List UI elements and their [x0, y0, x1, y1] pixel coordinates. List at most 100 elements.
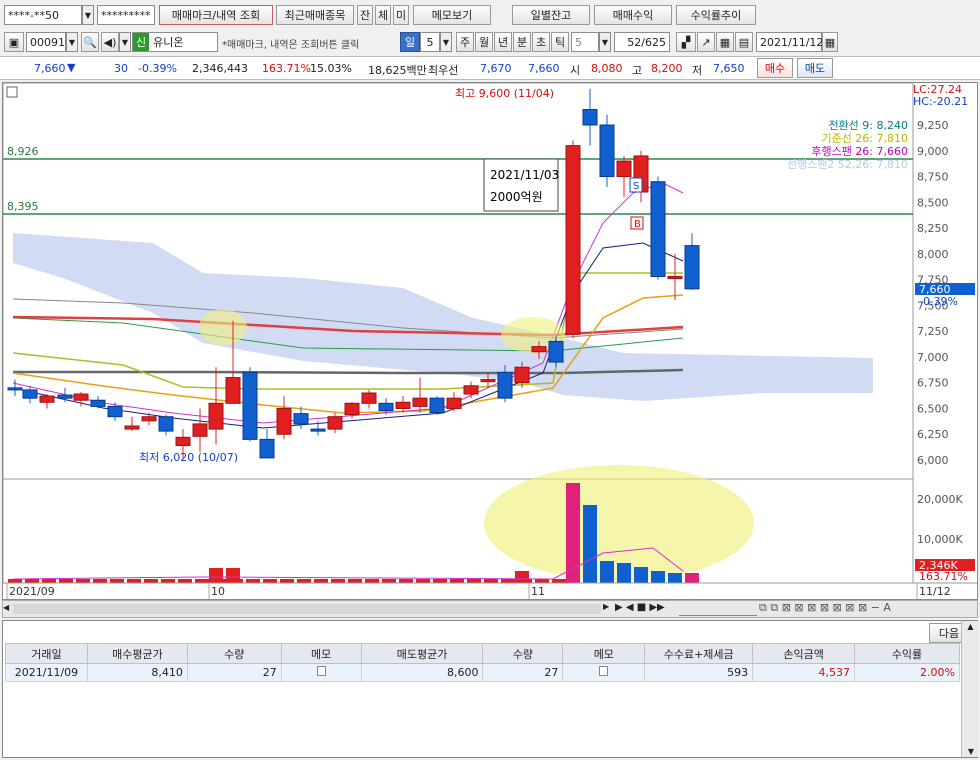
period-day-button[interactable]: 일	[400, 32, 420, 52]
low-annotation: 최저 6,020 (10/07)	[139, 451, 238, 464]
candle	[395, 401, 411, 409]
period-minute-button[interactable]: 분	[513, 32, 531, 52]
turnover: 15.03%	[310, 62, 352, 75]
stock-name-field[interactable]: 신 유니온	[132, 32, 218, 52]
period-value-field[interactable]: 5	[420, 32, 440, 52]
balance-button[interactable]: 잔	[357, 5, 373, 25]
playback-controls[interactable]: ▶ ◀ ■ ▶▶	[615, 602, 665, 613]
table-row[interactable]: 2021/11/09 8,410 27 8,600 27 593 4,537 2…	[5, 663, 960, 682]
volume-bar	[195, 579, 209, 583]
candle	[107, 405, 123, 418]
period-second-button[interactable]: 초	[532, 32, 550, 52]
low-label: 저	[692, 64, 703, 77]
chart-tools-icons[interactable]: ⧉ ⧉ ⊠ ⊠ ⊠ ⊠ ⊠ ⊠ ⊠ − A	[759, 601, 891, 615]
grid-icon[interactable]: ▦	[716, 32, 734, 52]
filled-button[interactable]: 체	[375, 5, 391, 25]
top-toolbar: ****-**50 ▼ ********* 매매마크/내역 조회 최근매매종목 …	[0, 0, 980, 30]
volume-bar	[8, 579, 22, 583]
candle	[446, 397, 462, 409]
unfilled-button[interactable]: 미	[393, 5, 409, 25]
scroll-up-icon[interactable]: ▲	[962, 622, 979, 631]
layout-icon[interactable]: ▣	[4, 32, 24, 52]
date-field[interactable]: 2021/11/12	[756, 32, 823, 52]
scroll-down-icon[interactable]: ▼	[962, 747, 980, 756]
candle	[276, 407, 292, 435]
change-rate: -0.39%	[138, 62, 177, 75]
search-icon[interactable]: 🔍	[81, 32, 99, 52]
candle	[565, 145, 581, 335]
scroll-right-icon[interactable]: ▶	[603, 602, 613, 616]
period-dropdown-icon[interactable]: ▼	[440, 32, 452, 52]
table-scrollbar[interactable]: ▲ ▼	[961, 621, 979, 757]
trade-mark-query-button[interactable]: 매매마크/내역 조회	[159, 5, 273, 25]
high-label: 고	[632, 64, 643, 77]
legend-entry: 기준선 26: 7,810	[821, 132, 908, 145]
x-axis-label: 11/12	[919, 585, 951, 598]
y-tick-label: 9,250	[917, 119, 949, 132]
candle	[429, 397, 445, 414]
trade-profit-button[interactable]: 매매수익	[594, 5, 672, 25]
indicator-icon[interactable]: ▞	[676, 32, 696, 52]
volume-bar	[484, 579, 498, 583]
memo-icon[interactable]	[562, 663, 646, 682]
candle	[310, 428, 326, 432]
drawing-icon[interactable]: ↗	[697, 32, 715, 52]
scroll-track[interactable]	[13, 604, 601, 614]
speaker-icon[interactable]: ◀)	[101, 32, 119, 52]
tick-value-field[interactable]: 5	[571, 32, 599, 52]
volume-bar	[348, 579, 362, 583]
calendar-icon[interactable]: ▦	[822, 32, 838, 52]
stock-chart[interactable]: 9,250 9,000 8,750 8,500 8,250 8,000 7,750 7,500…	[2, 82, 978, 600]
y-tick-label: 8,500	[917, 196, 949, 209]
tick-dropdown-icon[interactable]: ▼	[599, 32, 611, 52]
account-dropdown-icon[interactable]: ▼	[82, 5, 94, 25]
code-dropdown-icon[interactable]: ▼	[66, 32, 78, 52]
volume-bar	[685, 573, 699, 583]
speaker-dropdown-icon[interactable]: ▼	[119, 32, 131, 52]
period-tick-button[interactable]: 틱	[551, 32, 569, 52]
sell-button[interactable]: 매도	[797, 58, 833, 78]
candle	[531, 346, 547, 353]
y-tick-label: 8,750	[917, 171, 949, 184]
trade-history-panel: 다음 거래일 매수평균가 수량 메모 매도평균가 수량 메모 수수료+제세금 손…	[2, 620, 979, 758]
price-rate-tag: -0.39%	[919, 295, 958, 308]
cell-buy-qty: 27	[186, 663, 282, 682]
volume-bar	[668, 573, 682, 583]
stock-name: 유니온	[153, 36, 184, 49]
period-week-button[interactable]: 주	[456, 32, 474, 52]
period-month-button[interactable]: 월	[475, 32, 493, 52]
scroll-left-icon[interactable]: ◀	[3, 603, 13, 615]
password-field[interactable]: *********	[97, 5, 155, 25]
chart-scroll-bar[interactable]: ◀ ▶ ▶ ◀ ■ ▶▶ ⧉ ⧉ ⊠ ⊠ ⊠ ⊠ ⊠ ⊠ ⊠ − A	[2, 600, 978, 618]
memo-view-button[interactable]: 메모보기	[413, 5, 491, 25]
memo-icon[interactable]	[280, 663, 362, 682]
open-price: 8,080	[591, 62, 623, 75]
volume-bar	[246, 579, 260, 583]
profit-trend-button[interactable]: 수익률추이	[676, 5, 756, 25]
legend-entry: 후행스팬 26: 7,660	[811, 145, 908, 158]
buy-button[interactable]: 매수	[757, 58, 793, 78]
candle	[344, 402, 360, 416]
y-tick-label: 6,000	[917, 454, 949, 467]
zoom-slider[interactable]	[679, 602, 757, 616]
volume-bar	[314, 579, 328, 583]
hc-label: HC:-20.21	[913, 95, 968, 108]
candle	[124, 425, 140, 430]
open-label: 시	[570, 64, 581, 77]
col-pnl: 손익금액	[752, 643, 856, 664]
y-tick-label: 7,000	[917, 351, 949, 364]
volume-bar	[93, 579, 107, 583]
candle	[616, 160, 632, 178]
account-number-field[interactable]: ****-**50	[4, 5, 82, 25]
period-year-button[interactable]: 년	[494, 32, 512, 52]
stock-code-field[interactable]: 000910	[26, 32, 72, 52]
daily-balance-button[interactable]: 일별잔고	[512, 5, 590, 25]
candle	[327, 416, 343, 430]
volume-bar	[42, 579, 56, 583]
candle	[192, 423, 208, 437]
price-change: 30	[114, 62, 128, 75]
legend-entry: 선행스팬2 52,26: 7,810	[787, 158, 908, 171]
save-icon[interactable]: ▤	[735, 32, 753, 52]
volume-bar	[583, 505, 597, 583]
recent-stocks-button[interactable]: 최근매매종목	[276, 5, 354, 25]
